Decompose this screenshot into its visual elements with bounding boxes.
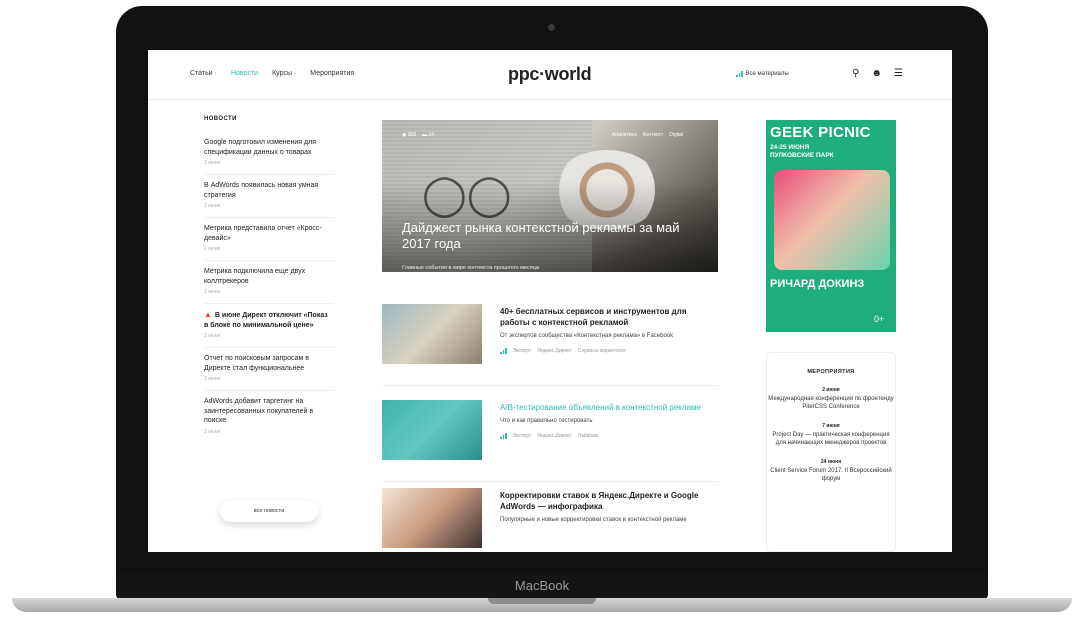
article-tags: Эксперт Яндекс.Директ Лайфхак [500, 433, 715, 439]
article-card[interactable]: 40+ бесплатных сервисов и инструментов д… [382, 304, 718, 386]
bar-chart-icon [500, 433, 507, 439]
screen: Статьи · Новости Курсы · Мероприятия ppc… [148, 50, 952, 552]
article-tag[interactable]: Эксперт [513, 348, 532, 354]
nav-item-articles[interactable]: Статьи · [190, 70, 217, 77]
news-item[interactable]: Google подготовил изменения для специфик… [204, 132, 334, 175]
event-item[interactable]: 24 июня Client Service Forum 2017. II Вс… [767, 459, 895, 483]
ad-age-rating: 0+ [874, 314, 885, 324]
views-count: ◉ 368 [402, 132, 417, 138]
article-info: A/B-тестирование объявлений в контекстно… [500, 402, 715, 439]
article-title[interactable]: 40+ бесплатных сервисов и инструментов д… [500, 306, 715, 328]
events-title: МЕРОПРИЯТИЯ [807, 369, 855, 375]
ad-headline: GEEK PICNIC [770, 124, 871, 141]
event-date: 7 июня [822, 423, 840, 429]
nav-item-news[interactable]: Новости [231, 70, 258, 77]
laptop-notch [488, 598, 596, 604]
article-card[interactable]: Корректировки ставок в Яндекс.Директе и … [382, 488, 718, 552]
news-item-title: Метрика подключила еще двух коллтрекеров [204, 268, 306, 285]
laptop-frame: MacBook Статьи · Новости Курсы · Меропри… [0, 0, 1084, 622]
events-widget: МЕРОПРИЯТИЯ 2 июня Международная конфере… [766, 352, 896, 552]
article-tag[interactable]: Лайфхак [578, 433, 598, 439]
article-tag[interactable]: Яндекс.Директ [537, 433, 571, 439]
news-item-title: В июне Директ отключит «Показ в блоке по… [204, 312, 328, 329]
camera-icon [548, 24, 555, 31]
article-thumbnail [382, 304, 482, 364]
hero-subtitle: Главные события в мире контекста прошлог… [402, 265, 539, 271]
event-name: Международная конференция по фронтенду P… [768, 396, 894, 410]
bar-chart-icon [500, 348, 507, 354]
article-thumbnail [382, 488, 482, 548]
article-title[interactable]: A/B-тестирование объявлений в контекстно… [500, 402, 715, 413]
user-icon[interactable]: ☻ [871, 68, 882, 79]
news-item-date: 2 июня [204, 289, 221, 295]
article-summary: Что и как правильно тестировать [500, 418, 593, 424]
news-item-date: 2 июня [204, 246, 221, 252]
news-item-title: Метрика представила отчет «Кросс-девайс» [204, 225, 322, 242]
all-news-button[interactable]: все новости [220, 500, 318, 522]
news-item[interactable]: Отчет по поисковым запросам в Директе ст… [204, 348, 334, 391]
article-tags: Эксперт Яндекс.Директ Сервисы маркетолог [500, 348, 715, 354]
hero-tag[interactable]: Контекст [643, 132, 664, 138]
news-column: НОВОСТИ Google подготовил изменения для … [204, 116, 334, 443]
article-tag[interactable]: Яндекс.Директ [537, 348, 571, 354]
hero-meta: ◉ 368 ▬ 14 [402, 132, 434, 138]
hero-article[interactable]: ◯◯ ◉ 368 ▬ 14 Аналитика Контекст Digital… [382, 120, 718, 272]
article-summary: Популярные и новые корректировки ставок … [500, 517, 687, 523]
news-item-title: Google подготовил изменения для специфик… [204, 139, 317, 156]
event-date: 2 июня [822, 387, 840, 393]
event-item[interactable]: 7 июня Project Day — практическая конфер… [767, 423, 895, 447]
article-info: 40+ бесплатных сервисов и инструментов д… [500, 306, 715, 354]
news-item-date: 2 июня [204, 428, 221, 435]
event-item[interactable]: 2 июня Международная конференция по фрон… [767, 387, 895, 411]
hero-tag[interactable]: Digital [669, 132, 683, 138]
all-materials-link[interactable]: Все материалы [736, 71, 789, 77]
news-item-date: 2 июня [204, 376, 221, 382]
article-title[interactable]: Корректировки ставок в Яндекс.Директе и … [500, 490, 715, 512]
article-thumbnail [382, 400, 482, 460]
menu-icon[interactable]: ☰ [894, 68, 903, 79]
ad-date: 24-25 ИЮНЯ ПУЛКОВСКИЕ ПАРК [770, 144, 834, 160]
article-tag[interactable]: Эксперт [513, 433, 532, 439]
event-date: 24 июня [820, 459, 842, 465]
nav-item-courses[interactable]: Курсы · [272, 70, 296, 77]
news-item-hot[interactable]: ▲ В июне Директ отключит «Показ в блоке п… [204, 304, 334, 348]
news-item-date: 2 июня [204, 160, 221, 166]
news-item-title: Отчет по поисковым запросам в Директе ст… [204, 355, 309, 372]
device-brand: MacBook [514, 578, 570, 593]
news-section-title: НОВОСТИ [204, 116, 237, 122]
news-item-date: 2 июня [204, 203, 221, 209]
all-materials-label: Все материалы [745, 71, 789, 77]
fire-icon: ▲ [204, 310, 212, 319]
news-item-date: 2 июня [204, 333, 221, 339]
header-icons: ⚲ ☻ ☰ [852, 68, 903, 79]
ad-speaker-name: РИЧАРД ДОКИНЗ [770, 278, 865, 290]
news-item-title-wrap: ▲ В июне Директ отключит «Показ в блоке п… [204, 310, 334, 330]
ad-image [774, 170, 890, 270]
news-item[interactable]: Метрика представила отчет «Кросс-девайс»… [204, 218, 334, 261]
search-icon[interactable]: ⚲ [852, 68, 859, 79]
news-item-title: В AdWords появилась новая умная стратеги… [204, 182, 319, 199]
comments-count: ▬ 14 [422, 132, 435, 138]
event-name: Client Service Forum 2017. II Всероссийс… [770, 468, 892, 482]
article-tag[interactable]: Сервисы маркетолог [578, 348, 626, 354]
news-item[interactable]: AdWords добавит таргетинг на заинтересов… [204, 391, 334, 443]
event-name: Project Day — практическая конференция д… [772, 432, 890, 446]
news-item[interactable]: В AdWords появилась новая умная стратеги… [204, 175, 334, 218]
site-header: Статьи · Новости Курсы · Мероприятия ppc… [148, 50, 952, 100]
hero-tags: Аналитика Контекст Digital [612, 132, 683, 138]
article-card[interactable]: A/B-тестирование объявлений в контекстно… [382, 400, 718, 482]
bar-chart-icon [736, 71, 743, 77]
news-item-title: AdWords добавит таргетинг на заинтересов… [204, 398, 314, 424]
nav-item-events[interactable]: Мероприятия [310, 70, 354, 77]
ad-date-line: 24-25 ИЮНЯ [770, 144, 810, 151]
article-info: Корректировки ставок в Яндекс.Директе и … [500, 490, 715, 524]
site-logo[interactable]: ppc·world [508, 64, 592, 85]
hero-tag[interactable]: Аналитика [612, 132, 637, 138]
ad-venue-line: ПУЛКОВСКИЕ ПАРК [770, 152, 834, 159]
hero-title[interactable]: Дайджест рынка контекстной рекламы за ма… [402, 220, 702, 252]
main-nav: Статьи · Новости Курсы · Мероприятия [190, 70, 354, 77]
banner-ad[interactable]: GEEK PICNIC 24-25 ИЮНЯ ПУЛКОВСКИЕ ПАРК Р… [766, 120, 896, 332]
article-summary: От экспертов сообщества «Контекстная рек… [500, 333, 674, 339]
news-item[interactable]: Метрика подключила еще двух коллтрекеров… [204, 261, 334, 304]
